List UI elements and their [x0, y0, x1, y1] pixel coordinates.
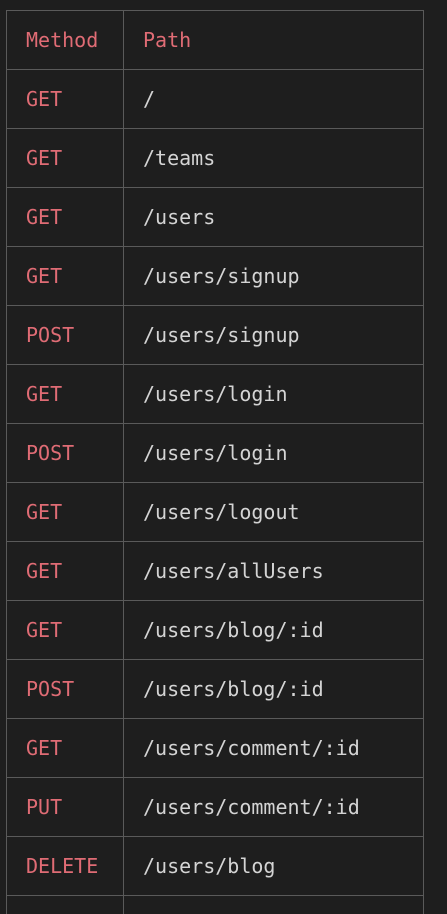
table-row: GET /users/comment/:id [6, 718, 424, 778]
path-cell: /teams [123, 128, 424, 188]
path-cell: /users/comment/:id [123, 718, 424, 778]
method-cell: GET [6, 600, 124, 660]
table-row: GET /users [6, 187, 424, 247]
table-header-row: Method Path [6, 10, 424, 70]
routes-view: Method Path GET / GET /teams GET /users … [0, 0, 447, 914]
path-cell: /users/login [123, 423, 424, 483]
path-cell: /users/blog/:id [123, 659, 424, 719]
method-cell: GET [6, 364, 124, 424]
path-cell: /users/blog [123, 836, 424, 896]
path-cell: / [123, 69, 424, 129]
path-cell: /users/comment/:id [123, 777, 424, 837]
path-cell [123, 895, 424, 914]
table-row: GET /users/login [6, 364, 424, 424]
table-row: GET /users/allUsers [6, 541, 424, 601]
table-row: GET /users/logout [6, 482, 424, 542]
method-cell: DELETE [6, 836, 124, 896]
table-row: GET /teams [6, 128, 424, 188]
path-cell: /users/signup [123, 246, 424, 306]
method-column-header: Method [6, 10, 124, 70]
path-cell: /users/blog/:id [123, 600, 424, 660]
table-row: GET /users/signup [6, 246, 424, 306]
table-row: POST /users/signup [6, 305, 424, 365]
table-row: GET / [6, 69, 424, 129]
path-cell: /users/signup [123, 305, 424, 365]
method-cell: GET [6, 246, 124, 306]
method-cell: POST [6, 423, 124, 483]
method-cell: PUT [6, 777, 124, 837]
method-cell: POST [6, 659, 124, 719]
table-row: GET /users/blog/:id [6, 600, 424, 660]
table-row [6, 895, 424, 914]
table-row: POST /users/blog/:id [6, 659, 424, 719]
path-cell: /users [123, 187, 424, 247]
path-cell: /users/logout [123, 482, 424, 542]
method-cell: GET [6, 69, 124, 129]
routes-table: Method Path GET / GET /teams GET /users … [6, 10, 424, 914]
method-cell: GET [6, 128, 124, 188]
table-row: PUT /users/comment/:id [6, 777, 424, 837]
method-cell: GET [6, 541, 124, 601]
method-cell: GET [6, 187, 124, 247]
method-cell: GET [6, 718, 124, 778]
path-cell: /users/allUsers [123, 541, 424, 601]
method-cell [6, 895, 124, 914]
table-row: POST /users/login [6, 423, 424, 483]
method-cell: GET [6, 482, 124, 542]
table-row: DELETE /users/blog [6, 836, 424, 896]
method-cell: POST [6, 305, 124, 365]
path-column-header: Path [123, 10, 424, 70]
path-cell: /users/login [123, 364, 424, 424]
